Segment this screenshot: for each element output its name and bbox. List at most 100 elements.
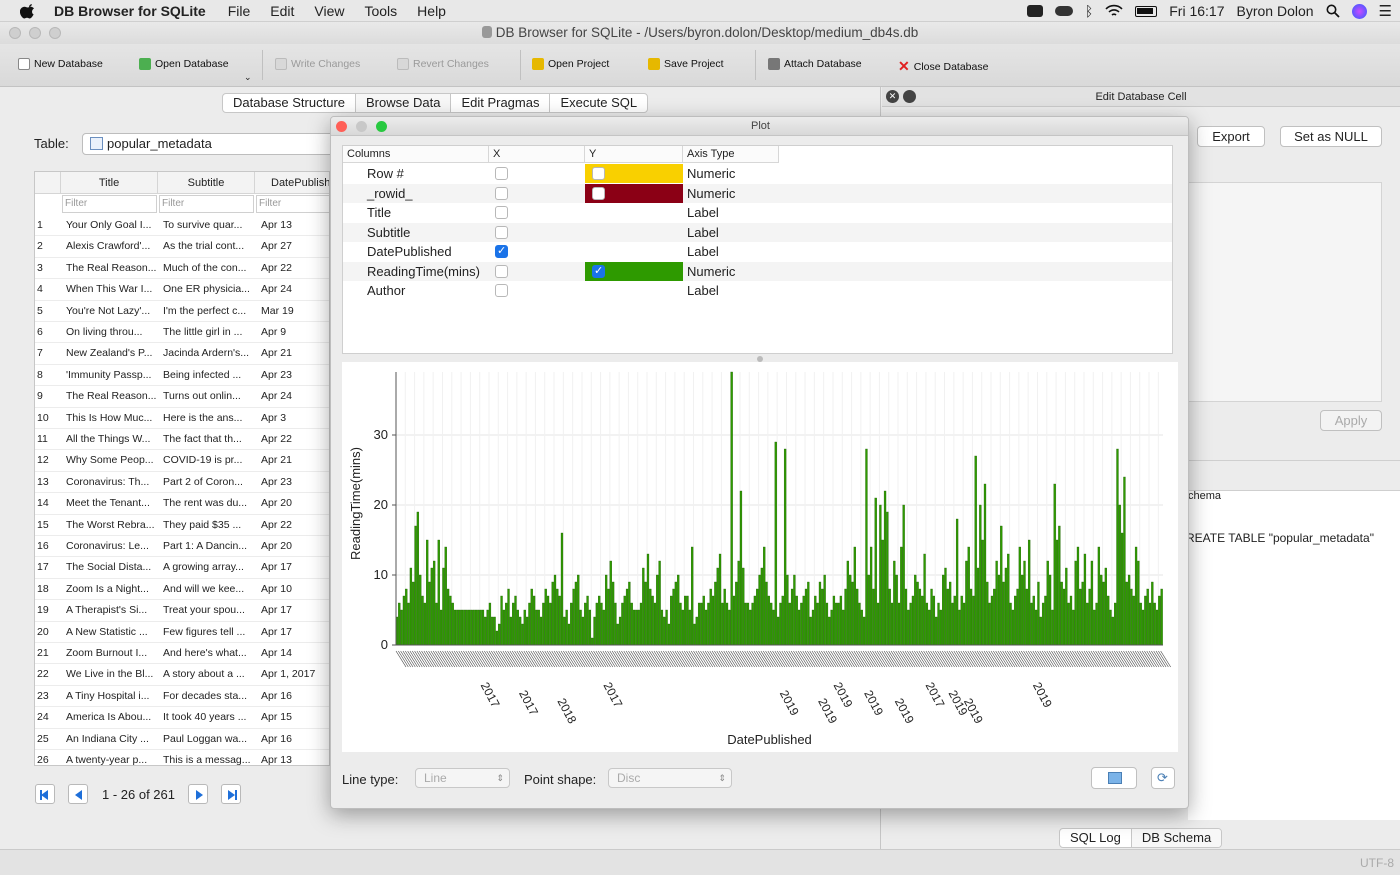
bar[interactable] — [679, 602, 682, 646]
cell-title[interactable]: 'Immunity Passp... — [66, 369, 156, 381]
bar[interactable] — [986, 581, 989, 646]
bar[interactable] — [1086, 602, 1089, 646]
bar[interactable] — [428, 581, 431, 646]
plot-column-row[interactable]: Title Label — [343, 203, 1172, 223]
bar[interactable] — [881, 539, 884, 646]
bar[interactable] — [572, 588, 575, 646]
bar[interactable] — [816, 602, 819, 646]
bar[interactable] — [993, 588, 996, 646]
cell-subtitle[interactable]: Treat your spou... — [163, 604, 253, 616]
cell-datepublished[interactable]: Apr 16 — [261, 733, 329, 745]
cell-title[interactable]: Coronavirus: Le... — [66, 540, 156, 552]
cell-title[interactable]: Why Some Peop... — [66, 454, 156, 466]
bluetooth-icon[interactable]: ᛒ — [1085, 3, 1093, 19]
bar[interactable] — [523, 609, 526, 646]
bar[interactable] — [856, 588, 859, 646]
cell-datepublished[interactable]: Apr 20 — [261, 497, 329, 509]
table-row[interactable]: 8 'Immunity Passp... Being infected ... Apr… — [35, 365, 329, 387]
x-axis-checkbox[interactable] — [495, 225, 508, 239]
header-axis-type[interactable]: Axis Type — [683, 146, 779, 163]
menu-edit[interactable]: Edit — [270, 3, 294, 19]
bar[interactable] — [1102, 581, 1105, 646]
battery-icon[interactable] — [1135, 5, 1158, 17]
bar[interactable] — [525, 616, 529, 646]
cell-title[interactable]: All the Things W... — [66, 433, 156, 445]
bar[interactable] — [1134, 546, 1138, 646]
bar[interactable] — [886, 511, 889, 646]
bar[interactable] — [591, 637, 594, 646]
bar[interactable] — [823, 574, 826, 646]
bar[interactable] — [493, 616, 496, 646]
bar[interactable] — [951, 602, 954, 646]
bar[interactable] — [1011, 609, 1015, 646]
camera-icon[interactable] — [1026, 5, 1043, 17]
bar[interactable] — [463, 609, 466, 646]
bar[interactable] — [528, 602, 531, 646]
bar[interactable] — [1109, 609, 1112, 646]
last-page-button[interactable] — [221, 784, 241, 804]
bar[interactable] — [644, 581, 647, 646]
bar[interactable] — [667, 623, 671, 646]
cell-subtitle[interactable]: COVID-19 is pr... — [163, 454, 253, 466]
bar[interactable] — [869, 546, 873, 646]
table-row[interactable]: 7 New Zealand's P... Jacinda Ardern's... Ap… — [35, 343, 329, 365]
bar[interactable] — [514, 595, 517, 646]
bar[interactable] — [1120, 532, 1124, 646]
bar[interactable] — [969, 588, 973, 646]
bar[interactable] — [433, 560, 436, 646]
bar[interactable] — [1039, 616, 1042, 646]
bar[interactable] — [621, 602, 624, 646]
revert-changes-button[interactable]: Revert Changes — [397, 58, 489, 70]
bar[interactable] — [584, 602, 587, 646]
bar[interactable] — [793, 574, 796, 646]
cell-datepublished[interactable]: Apr 9 — [261, 326, 329, 338]
write-changes-button[interactable]: Write Changes — [275, 58, 360, 70]
cell-datepublished[interactable]: Apr 22 — [261, 519, 329, 531]
bar[interactable] — [1002, 581, 1005, 646]
x-axis-checkbox[interactable] — [495, 186, 508, 200]
bar[interactable] — [695, 616, 698, 646]
bar[interactable] — [505, 602, 508, 646]
bar[interactable] — [972, 595, 975, 646]
table-row[interactable]: 2 Alexis Crawford'... As the trial cont...… — [35, 236, 329, 258]
bar[interactable] — [742, 567, 745, 646]
bar[interactable] — [467, 609, 471, 646]
bar[interactable] — [902, 504, 905, 646]
save-project-button[interactable]: Save Project — [648, 58, 724, 70]
table-row[interactable]: 24 America Is Abou... It took 40 years ...… — [35, 707, 329, 729]
bar[interactable] — [735, 581, 738, 646]
close-database-button[interactable]: ✕ Close Database — [898, 58, 988, 75]
bar[interactable] — [832, 595, 836, 646]
bar[interactable] — [749, 609, 752, 646]
table-row[interactable]: 19 A Therapist's Si... Treat your spou... A… — [35, 600, 329, 622]
bar[interactable] — [567, 623, 571, 646]
cell-title[interactable]: The Real Reason... — [66, 262, 156, 274]
header-x[interactable]: X — [489, 146, 585, 163]
bar[interactable] — [1028, 539, 1031, 646]
bar[interactable] — [442, 567, 445, 646]
bar[interactable] — [1051, 609, 1054, 646]
bar[interactable] — [976, 567, 980, 646]
bar[interactable] — [1023, 560, 1026, 646]
bar[interactable] — [414, 525, 417, 646]
cell-title[interactable]: Zoom Is a Night... — [66, 583, 156, 595]
bar[interactable] — [702, 595, 705, 646]
wifi-icon[interactable] — [1105, 4, 1123, 18]
bar[interactable] — [739, 490, 743, 646]
bar[interactable] — [409, 567, 413, 646]
cell-subtitle[interactable]: The fact that th... — [163, 433, 253, 445]
bar[interactable] — [535, 609, 538, 646]
plot-chart-area[interactable]: 0 10 20 30 2017 2017 2018 2017 2019 2019 2019 2019 2… — [342, 362, 1178, 752]
bar[interactable] — [400, 609, 403, 646]
cell-subtitle[interactable]: Being infected ... — [163, 369, 253, 381]
bar[interactable] — [1060, 581, 1063, 646]
open-project-button[interactable]: Open Project — [532, 58, 609, 70]
bar[interactable] — [546, 595, 550, 646]
cell-subtitle[interactable]: One ER physicia... — [163, 283, 253, 295]
bar[interactable] — [625, 588, 629, 646]
bar[interactable] — [1081, 581, 1084, 646]
tab-sql-log[interactable]: SQL Log — [1060, 829, 1132, 847]
bar[interactable] — [1072, 609, 1075, 646]
table-row[interactable]: 12 Why Some Peop... COVID-19 is pr... Apr 2… — [35, 450, 329, 472]
bar[interactable] — [1048, 574, 1052, 646]
